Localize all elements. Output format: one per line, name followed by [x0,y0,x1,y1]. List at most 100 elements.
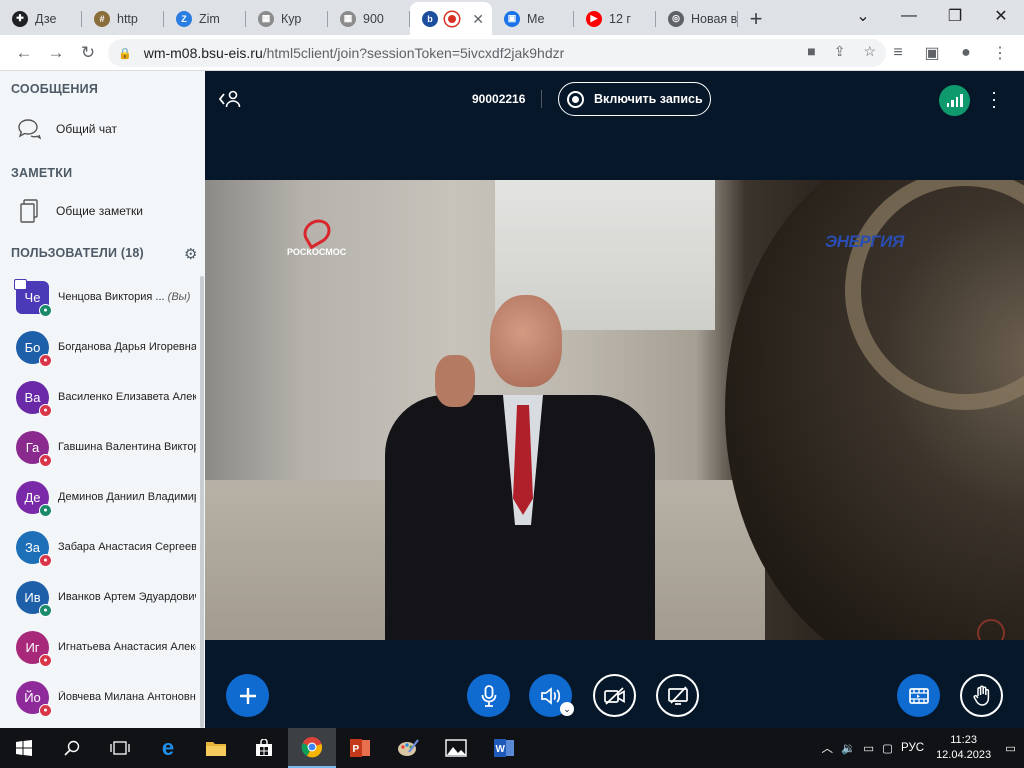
user-name-text: Игнатьева Анастасия Александровна [58,641,196,653]
user-list-scrollbar[interactable] [200,276,204,728]
chrome-icon[interactable] [288,728,336,768]
raise-hand-button[interactable] [960,674,1003,717]
maximize-button[interactable]: ❐ [932,0,978,32]
user-name-text: Деминов Даниил Владимирович [58,491,196,503]
browser-menu-icon[interactable]: ⋮ [986,43,1014,63]
energia-logo: ЭНЕРГИЯ [825,232,904,251]
user-name-text: Иванков Артем Эдуардович [58,591,196,603]
public-chat-link[interactable]: Общий чат [16,116,117,142]
browser-tab-7[interactable]: ▶ 12 г [574,2,656,35]
microphone-icon [481,684,496,707]
browser-tab-4[interactable]: ▦ 900 [328,2,410,35]
browser-tab-2[interactable]: Z Zim [164,2,246,35]
search-icon[interactable] [48,728,96,768]
record-label: Включить запись [594,92,703,106]
network-icon[interactable]: ▭ [863,741,874,755]
tab-favicon-icon: ▶ [586,10,602,27]
camera-off-button[interactable] [593,674,636,717]
media-control-icon[interactable]: ≡ [884,44,912,62]
meeting-title: 90002216 [472,92,526,106]
address-bar[interactable]: 🔒 wm-m08.bsu-eis.ru/html5client/join?ses… [108,39,886,67]
shared-notes-link[interactable]: Общие заметки [16,198,143,224]
tab-favicon-icon: ▣ [504,10,520,27]
screen-share-off-button[interactable] [656,674,699,717]
hand-icon [973,685,989,706]
chat-icon [16,116,42,142]
options-menu-icon[interactable]: · · · [991,83,997,115]
toggle-users-list-icon[interactable] [218,90,241,113]
side-panel-icon[interactable]: ▣ [918,43,946,63]
user-name-text: Богданова Дарья Игоревна [58,341,196,353]
muted-mic-icon: ● [39,454,52,467]
profile-icon[interactable]: ● [952,44,980,62]
lock-icon[interactable]: 🔒 [118,47,132,60]
messages-header: СООБЩЕНИЯ [11,82,99,96]
roscosmos-logo-text: РОСКОСМОС [287,247,347,257]
tab-favicon-icon: ✚ [12,10,28,27]
back-icon[interactable]: ← [8,37,40,69]
user-list-item[interactable]: Ва●Василенко Елизавета Александровна [0,372,200,422]
headphones-icon: ● [39,304,52,317]
user-list-item[interactable]: Бо ● Богданова Дарья Игоревна [0,322,200,372]
windows-start-icon[interactable] [0,728,48,768]
reload-icon[interactable]: ↻ [72,37,104,69]
notifications-icon[interactable]: ▭ [1005,741,1016,755]
browser-tab-0[interactable]: ✚ Дзе [0,2,82,35]
roscosmos-logo: РОСКОСМОС [287,214,347,257]
actions-plus-button[interactable] [226,674,269,717]
microphone-button[interactable] [467,674,510,717]
user-list-item[interactable]: Ив ● Иванков Артем Эдуардович [0,572,200,622]
user-list-item[interactable]: Иг●Игнатьева Анастасия Александровна [0,622,200,672]
store-icon[interactable] [240,728,288,768]
minimize-button[interactable]: — [886,0,932,32]
browser-tab-6[interactable]: ▣ Ме [492,2,574,35]
tray-chevron-icon[interactable]: ︿ [821,740,833,756]
left-sidebar: СООБЩЕНИЯ Общий чат ЗАМЕТКИ Общие заметк… [0,71,205,728]
user-list-item[interactable]: Че ● Ченцова Виктория ... (Вы) [0,272,200,322]
forward-icon[interactable]: → [40,37,72,69]
camera-icon[interactable]: ■ [807,43,815,60]
public-chat-label: Общий чат [56,122,117,136]
file-explorer-icon[interactable] [192,728,240,768]
start-recording-button[interactable]: Включить запись [558,82,711,116]
shared-video[interactable]: РОСКОСМОС ЭНЕРГИЯ [205,180,1024,640]
browser-tab-5[interactable]: b ✕ [410,2,492,35]
user-list-item[interactable]: Га●Гавшина Валентина Викторовна [0,422,200,472]
user-name-text: Ченцова Виктория ... [58,291,165,303]
browser-tab-3[interactable]: ▦ Кур [246,2,328,35]
close-tab-icon[interactable]: ✕ [472,11,484,28]
new-tab-button[interactable]: + [738,2,774,35]
notes-icon [16,198,42,224]
clock[interactable]: 11:23 12.04.2023 [936,733,991,763]
clock-date: 12.04.2023 [936,749,992,761]
muted-mic-icon: ● [39,554,52,567]
chat-tray-icon[interactable]: ▢ [882,741,893,755]
gear-icon[interactable]: ⚙ [184,245,197,263]
edge-icon[interactable]: e [144,728,192,768]
speaker-icon [540,686,560,705]
paint-icon[interactable] [384,728,432,768]
close-window-button[interactable]: ✕ [978,0,1024,32]
word-icon[interactable]: W [480,728,528,768]
muted-mic-icon: ● [39,404,52,417]
browser-tab-1[interactable]: # http [82,2,164,35]
tab-favicon-icon: ▦ [340,10,356,27]
bookmark-star-icon[interactable]: ☆ [863,43,876,60]
user-name-text: Йовчева Милана Антоновна [58,691,196,703]
user-list-item[interactable]: Де●Деминов Даниил Владимирович [0,472,200,522]
user-name: Деминов Даниил Владимирович [58,491,196,503]
audio-options-chevron-icon[interactable]: ⌄ [560,702,574,716]
tab-search-icon[interactable]: ⌄ [840,0,886,32]
share-external-video-button[interactable] [897,674,940,717]
powerpoint-icon[interactable]: P [336,728,384,768]
keyboard-language[interactable]: РУС [901,742,924,754]
browser-tab-8[interactable]: ◎ Новая в [656,2,738,35]
photos-icon[interactable] [432,728,480,768]
share-icon[interactable]: ⇪ [834,43,846,60]
volume-icon[interactable]: 🔉 [841,741,855,755]
user-list-item[interactable]: Йо ● Йовчева Милана Антоновна [0,672,200,722]
task-view-icon[interactable] [96,728,144,768]
connection-status-icon[interactable] [939,85,970,116]
user-list-item[interactable]: За ● Забара Анастасия Сергеевна [0,522,200,572]
user-name: Василенко Елизавета Александровна [58,391,196,403]
